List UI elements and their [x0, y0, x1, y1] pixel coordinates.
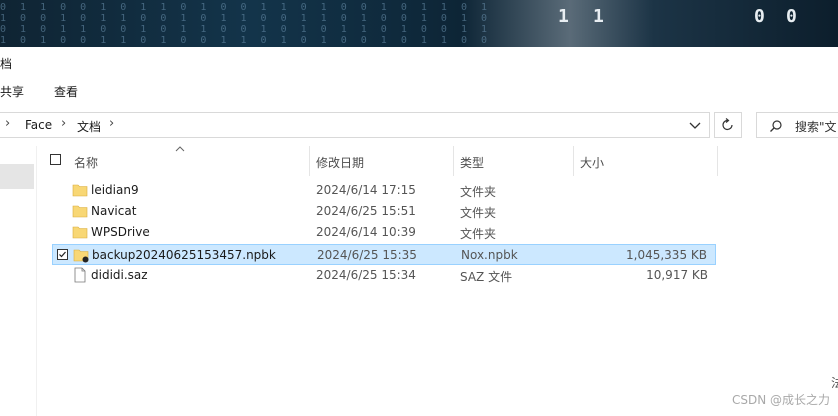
- file-name: WPSDrive: [91, 225, 150, 239]
- file-size: 10,917 KB: [646, 268, 708, 282]
- search-icon: [770, 120, 782, 132]
- search-input[interactable]: 搜索"文: [756, 112, 838, 138]
- desktop-banner: 0 1 1 0 0 1 0 1 1 0 1 0 0 1 1 0 1 0 0 1 …: [0, 0, 838, 47]
- file-type: 文件夹: [460, 227, 497, 241]
- select-all-checkbox[interactable]: [50, 154, 61, 165]
- table-row[interactable]: leidian9 2024/6/14 17:15 文件夹: [52, 180, 716, 201]
- table-row[interactable]: WPSDrive 2024/6/14 10:39 文件夹: [52, 222, 716, 243]
- file-name: Navicat: [91, 204, 137, 218]
- column-type[interactable]: 类型: [460, 154, 484, 171]
- refresh-icon: [722, 118, 733, 131]
- search-placeholder: 搜索"文: [795, 120, 837, 134]
- folder-icon: [72, 226, 88, 239]
- column-modified[interactable]: 修改日期: [316, 154, 364, 171]
- banner-digit: 0: [786, 6, 797, 27]
- nav-item-selected[interactable]: [0, 164, 34, 189]
- column-divider[interactable]: [573, 146, 574, 176]
- window-title: 档: [0, 57, 13, 71]
- file-icon: [74, 267, 86, 283]
- file-name: backup20240625153457.npbk: [92, 248, 276, 262]
- banner-digit: 0: [754, 6, 765, 27]
- column-size[interactable]: 大小: [580, 154, 604, 171]
- file-name: dididi.saz: [91, 268, 148, 282]
- table-row-selected[interactable]: backup20240625153457.npbk 2024/6/25 15:3…: [52, 244, 716, 265]
- ribbon-tabs: 共享 查看: [0, 77, 838, 106]
- table-row[interactable]: Navicat 2024/6/25 15:51 文件夹: [52, 201, 716, 222]
- breadcrumb-chevron-icon[interactable]: ›: [5, 116, 10, 131]
- sort-ascending-icon: [175, 146, 185, 152]
- column-divider[interactable]: [717, 146, 718, 176]
- breadcrumb-chevron-icon[interactable]: ›: [109, 116, 114, 131]
- file-type: SAZ 文件: [460, 270, 513, 284]
- breadcrumb-chevron-icon[interactable]: ›: [61, 116, 66, 131]
- file-modified: 2024/6/25 15:34: [316, 268, 416, 282]
- navigation-pane: [0, 146, 37, 416]
- file-modified: 2024/6/14 17:15: [316, 183, 416, 197]
- tab-share[interactable]: 共享: [0, 83, 24, 100]
- column-divider[interactable]: [453, 146, 454, 176]
- file-modified: 2024/6/25 15:35: [317, 248, 417, 262]
- tab-view[interactable]: 查看: [54, 83, 78, 100]
- column-divider[interactable]: [309, 146, 310, 176]
- address-row: › Face › 文档 › 搜索"文: [0, 105, 838, 146]
- breadcrumb-face[interactable]: Face: [25, 118, 52, 132]
- column-header: 名称 修改日期 类型 大小: [44, 146, 724, 176]
- file-type: 文件夹: [460, 206, 497, 220]
- address-bar[interactable]: › Face › 文档 ›: [0, 112, 710, 138]
- row-checkbox[interactable]: [57, 249, 68, 260]
- table-row[interactable]: dididi.saz 2024/6/25 15:34 SAZ 文件 10,917…: [52, 265, 716, 286]
- column-name[interactable]: 名称: [74, 154, 98, 171]
- checkmark-icon: [59, 251, 66, 258]
- watermark: CSDN @成长之力: [731, 393, 830, 407]
- refresh-button[interactable]: [714, 112, 742, 138]
- banner-digit: 1: [593, 6, 604, 27]
- binary-pattern: 0 1 1 0 0 1 0 1 1 0 1 0 0 1 1 0 1 0 0 1 …: [0, 2, 492, 46]
- file-name: leidian9: [91, 183, 139, 197]
- folder-icon: [72, 184, 88, 197]
- file-modified: 2024/6/25 15:51: [316, 204, 416, 218]
- folder-icon: [72, 205, 88, 218]
- file-size: 1,045,335 KB: [626, 248, 707, 262]
- file-modified: 2024/6/14 10:39: [316, 225, 416, 239]
- banner-digit: 1: [558, 6, 569, 27]
- cropped-text: 法: [831, 376, 838, 390]
- file-type: Nox.npbk: [461, 248, 518, 262]
- file-type: 文件夹: [460, 185, 497, 199]
- breadcrumb-documents[interactable]: 文档: [77, 118, 101, 135]
- title-bar: 档: [0, 47, 838, 77]
- npbk-file-icon: [73, 249, 89, 263]
- chevron-down-icon[interactable]: [686, 119, 704, 133]
